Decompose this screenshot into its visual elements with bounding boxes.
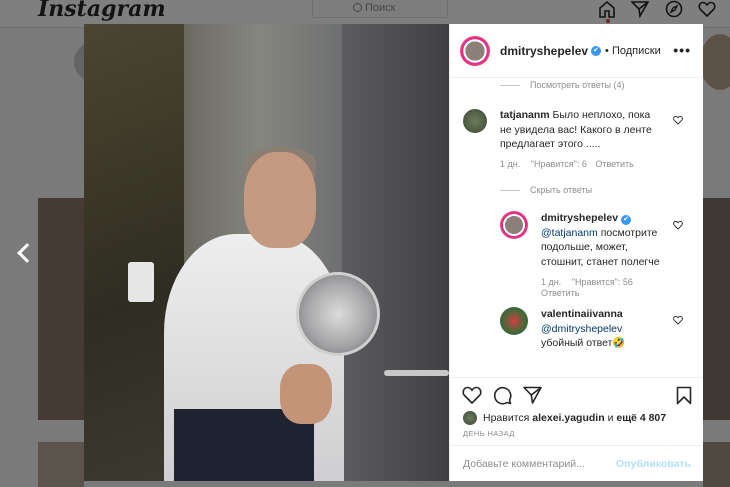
like-heart-icon[interactable] [462, 386, 482, 404]
comment-input[interactable]: Добавьте комментарий... [463, 458, 585, 470]
comment-bubble-icon[interactable] [493, 386, 512, 405]
comment-like-heart-icon[interactable] [673, 315, 683, 325]
post-header: dmitryshepelev ✔ • Подписки ••• [450, 24, 703, 78]
comment-meta: 1 дн. "Нравится": 6 Ответить [500, 159, 634, 169]
reply-text: valentinaiivanna @dmitryshepelev убойный… [541, 308, 626, 349]
reply-text: dmitryshepelev ✔ @tatjananm посмотрите по… [541, 212, 660, 268]
comment-like-heart-icon[interactable] [673, 115, 683, 125]
reply-author-avatar[interactable] [500, 307, 528, 335]
likes-summary: Нравится alexei.yagudin и ещё 4 807 [450, 407, 703, 429]
add-comment-bar: Добавьте комментарий... Опубликовать [450, 445, 703, 481]
previous-post-arrow-icon[interactable] [14, 240, 34, 264]
author-username[interactable]: dmitryshepelev [500, 44, 588, 58]
comment-username[interactable]: tatjananm [500, 109, 550, 121]
reply-meta: 1 дн. "Нравится": 56 Ответить [541, 277, 633, 298]
liker-username[interactable]: alexei.yagudin [532, 412, 604, 424]
publish-button[interactable]: Опубликовать [616, 458, 691, 470]
commenter-avatar[interactable] [463, 109, 487, 133]
comments-list[interactable]: Посмотреть ответы (4) tatjananm Было неп… [450, 78, 703, 377]
post-photo[interactable] [84, 24, 449, 481]
verified-badge-icon: ✔ [621, 215, 632, 225]
likes-count-link[interactable]: ещё 4 807 [616, 412, 666, 424]
reply-author-avatar[interactable] [500, 211, 528, 239]
following-button[interactable]: • Подписки [605, 45, 661, 57]
reply-username[interactable]: dmitryshepelev [541, 212, 618, 224]
post-actions [450, 377, 703, 407]
author-avatar[interactable] [460, 35, 490, 66]
save-bookmark-icon[interactable] [676, 386, 692, 405]
view-replies-link[interactable]: Посмотреть ответы (4) [500, 80, 625, 90]
mention-link[interactable]: @tatjananm [541, 227, 598, 239]
comment-text: tatjananm Было неплохо, пока не увидела … [500, 109, 652, 150]
reply-username[interactable]: valentinaiivanna [541, 308, 623, 320]
more-options-icon[interactable]: ••• [673, 42, 691, 58]
liker-avatar[interactable] [463, 411, 477, 425]
post-modal: dmitryshepelev ✔ • Подписки ••• Посмотре… [84, 24, 703, 481]
share-direct-icon[interactable] [523, 386, 542, 404]
hide-replies-link[interactable]: Скрыть ответы [500, 185, 592, 195]
verified-badge-icon: ✔ [591, 45, 602, 56]
post-date[interactable]: ДЕНЬ НАЗАД [450, 429, 703, 445]
mention-link[interactable]: @dmitryshepelev [541, 323, 622, 335]
comment-like-heart-icon[interactable] [673, 220, 683, 230]
post-sidebar: dmitryshepelev ✔ • Подписки ••• Посмотре… [449, 24, 703, 481]
